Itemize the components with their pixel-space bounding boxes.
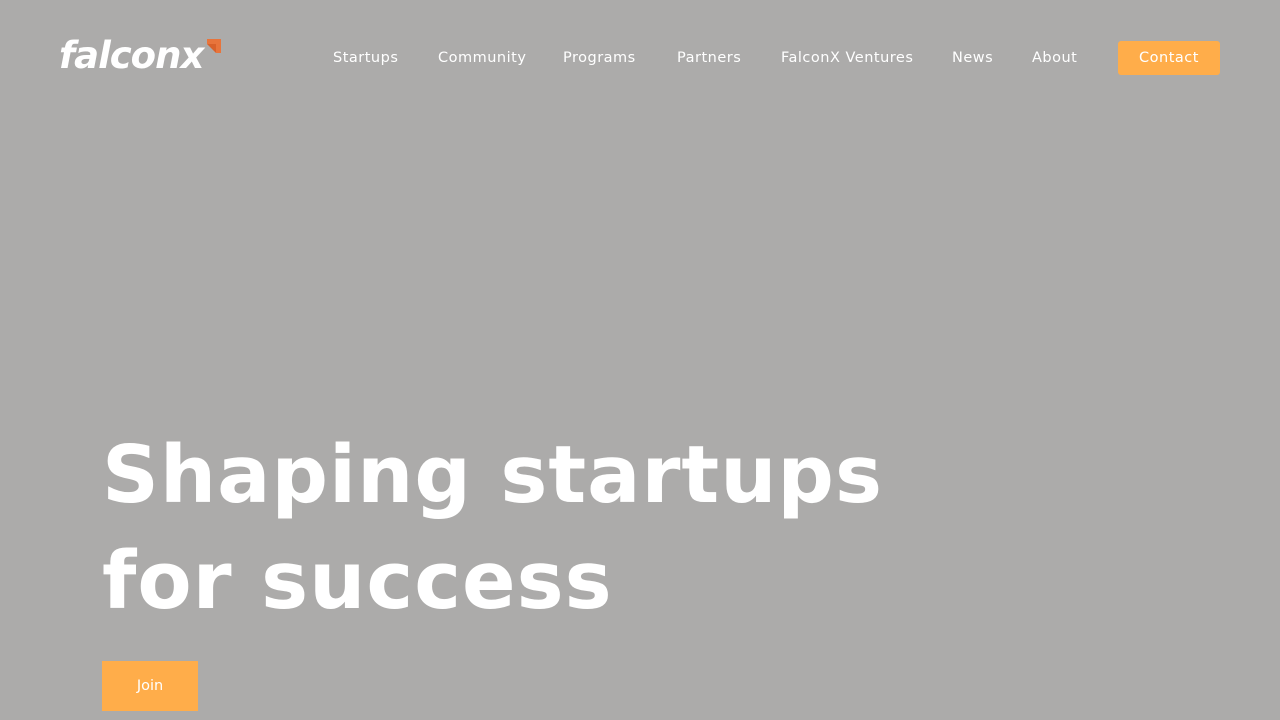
join-button[interactable]: Join	[102, 661, 198, 711]
nav-item-community[interactable]: Community	[438, 40, 526, 76]
hero-title-line-1: Shaping startups	[102, 429, 884, 521]
nav-item-falconx-ventures[interactable]: FalconX Ventures	[781, 40, 913, 76]
hero-title-line-2: for success	[102, 535, 613, 627]
contact-button[interactable]: Contact	[1118, 41, 1220, 75]
nav-item-startups[interactable]: Startups	[333, 40, 398, 76]
site-header: falconx Startups Community Programs Part…	[0, 0, 1280, 115]
main-nav: Startups Community Programs Partners Fal…	[0, 40, 1280, 76]
nav-item-news[interactable]: News	[952, 40, 993, 76]
nav-item-partners[interactable]: Partners	[677, 40, 741, 76]
nav-item-programs[interactable]: Programs	[563, 40, 636, 76]
hero-title: Shaping startups for success	[102, 422, 883, 634]
nav-item-about[interactable]: About	[1032, 40, 1077, 76]
